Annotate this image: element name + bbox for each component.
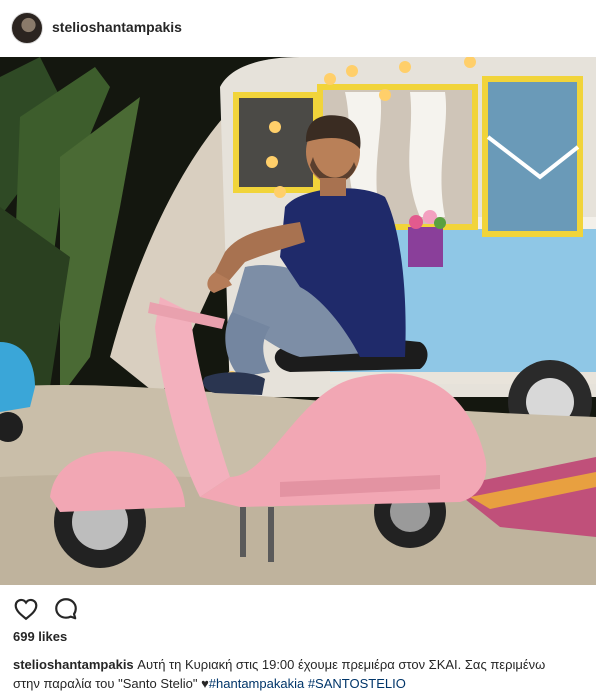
caption-text-line2: στην παραλία του "Santo Stelio" [13, 676, 202, 691]
action-bar [0, 594, 596, 624]
caption-username[interactable]: stelioshantampakis [13, 657, 134, 672]
post-caption: stelioshantampakis Αυτή τη Κυριακή στις … [13, 655, 588, 693]
post-header: stelioshantampakis [0, 0, 596, 56]
hashtag-santostelio[interactable]: #SANTOSTELIO [308, 676, 406, 691]
avatar[interactable] [11, 12, 43, 44]
post-username[interactable]: stelioshantampakis [52, 19, 182, 35]
heart-outline-icon[interactable] [13, 596, 39, 622]
caption-text-line1: Αυτή τη Κυριακή στις 19:00 έχουμε πρεμιέ… [137, 657, 546, 672]
post-photo[interactable] [0, 57, 596, 585]
likes-count[interactable]: 699 likes [13, 629, 67, 644]
hashtag-hantampakakia[interactable]: #hantampakakia [209, 676, 304, 691]
heart-emoji: ♥ [201, 676, 209, 691]
photo-scene [0, 57, 596, 585]
comment-bubble-icon[interactable] [53, 596, 79, 622]
